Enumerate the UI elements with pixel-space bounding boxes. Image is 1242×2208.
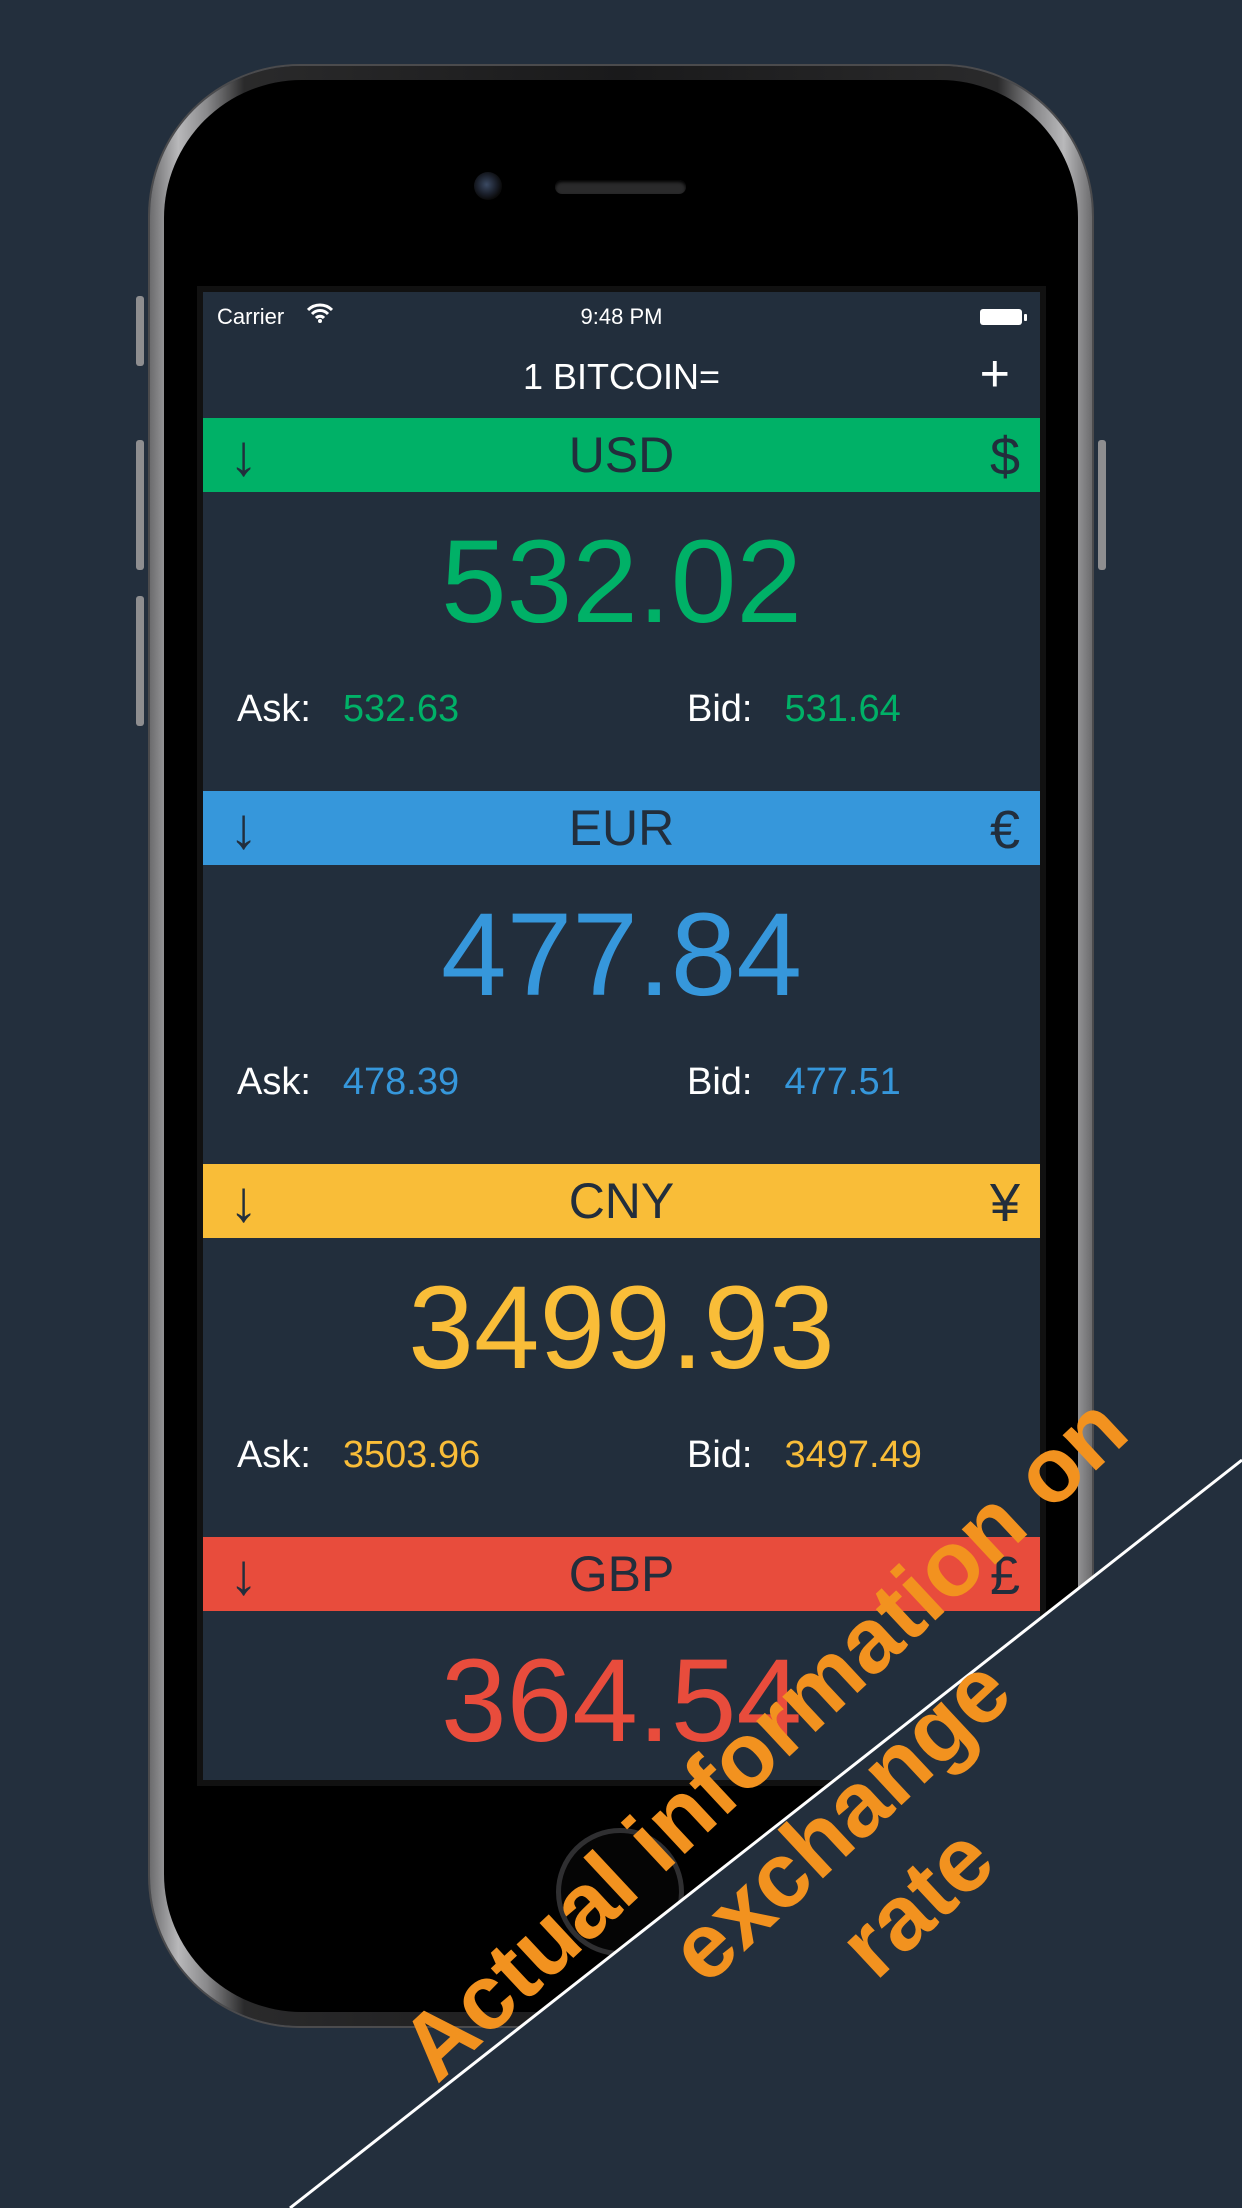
ask-row: Ask: 478.39 [237, 1061, 459, 1104]
navigation-bar: 1 BITCOIN= + [203, 334, 1040, 418]
exchange-rate: 532.02 [441, 516, 802, 648]
currency-symbol: £ [989, 1546, 1020, 1606]
ask-row: Ask: 3503.96 [237, 1434, 480, 1477]
exchange-rate: 477.84 [441, 889, 802, 1021]
bid-value: 531.64 [784, 688, 901, 730]
currency-card-eur: ↓ EUR € 477.84 Ask: 478.39 Bid: 477.51 [203, 791, 1040, 1163]
power-button [1098, 440, 1106, 570]
currency-header[interactable]: ↓ CNY ¥ [203, 1164, 1040, 1238]
mute-switch [136, 296, 144, 366]
home-button[interactable] [556, 1828, 684, 1956]
volume-up-button [136, 440, 144, 570]
currency-header[interactable]: ↓ GBP £ [203, 1537, 1040, 1611]
currency-card-cny: ↓ CNY ¥ 3499.93 Ask: 3503.96 Bid: 3497.49 [203, 1164, 1040, 1536]
bid-label: Bid: [687, 1434, 753, 1476]
currency-code: EUR [568, 800, 675, 856]
exchange-rate: 3499.93 [408, 1262, 835, 1394]
currency-card-usd: ↓ USD $ 532.02 Ask: 532.63 Bid: 531.64 [203, 418, 1040, 790]
ask-value: 3503.96 [342, 1434, 481, 1476]
currency-code: GBP [568, 1546, 675, 1602]
ask-value: 478.39 [342, 1061, 460, 1103]
currency-header[interactable]: ↓ USD $ [203, 418, 1040, 492]
currency-card-gbp: ↓ GBP £ 364.54 [203, 1537, 1040, 1780]
ask-label: Ask: [237, 1061, 311, 1103]
bid-row: Bid: 531.64 [687, 688, 901, 731]
bid-value: 3497.49 [784, 1434, 922, 1476]
front-camera [474, 172, 502, 200]
status-bar: Carrier 9:48 PM [203, 292, 1040, 334]
bid-row: Bid: 3497.49 [687, 1434, 922, 1477]
currency-code: USD [568, 427, 675, 483]
nav-title: 1 BITCOIN= [522, 356, 721, 397]
bid-label: Bid: [687, 1061, 753, 1103]
status-time: 9:48 PM [580, 304, 663, 329]
exchange-rate: 364.54 [441, 1635, 802, 1767]
currency-symbol: € [989, 800, 1020, 860]
bid-value: 477.51 [784, 1061, 901, 1103]
bid-label: Bid: [687, 688, 753, 730]
volume-down-button [136, 596, 144, 726]
ask-label: Ask: [237, 1434, 311, 1476]
earpiece-speaker [555, 180, 686, 194]
currency-symbol: $ [989, 427, 1020, 487]
currency-code: CNY [568, 1173, 675, 1229]
add-currency-button[interactable]: + [980, 344, 1010, 404]
ask-value: 532.63 [342, 688, 460, 730]
ask-row: Ask: 532.63 [237, 688, 459, 731]
battery-icon [980, 309, 1027, 325]
currency-symbol: ¥ [989, 1173, 1020, 1233]
currency-header[interactable]: ↓ EUR € [203, 791, 1040, 865]
bid-row: Bid: 477.51 [687, 1061, 901, 1104]
app-screen: Carrier 9:48 PM 1 BITCOIN= + ↓ USD $ 532… [197, 286, 1046, 1786]
ask-label: Ask: [237, 688, 311, 730]
